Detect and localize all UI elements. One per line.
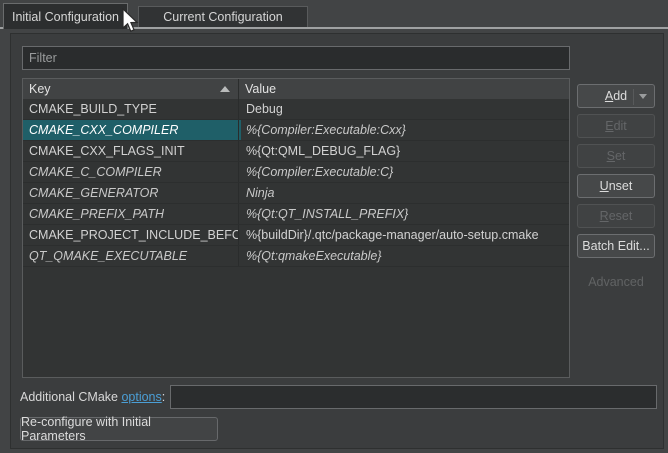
reset-button[interactable]: Reset	[577, 204, 655, 228]
row-value[interactable]: %{Qt:QT_INSTALL_PREFIX}	[239, 204, 569, 224]
row-value[interactable]: %{buildDir}/.qtc/package-manager/auto-se…	[239, 225, 569, 245]
table-row-selected[interactable]: CMAKE_CXX_COMPILER %{Compiler:Executable…	[23, 120, 569, 141]
row-value[interactable]: %{Qt:qmakeExecutable}	[239, 246, 569, 266]
table-header: Key Value	[23, 79, 569, 99]
filter-input[interactable]	[22, 46, 570, 70]
chevron-down-icon	[639, 94, 647, 99]
variables-table: Key Value CMAKE_BUILD_TYPE Debug CMAKE_C…	[22, 78, 570, 378]
set-button[interactable]: Set	[577, 144, 655, 168]
advanced-toggle[interactable]: Advanced	[577, 272, 655, 292]
row-value[interactable]: %{Compiler:Executable:C}	[239, 162, 569, 182]
table-body: CMAKE_BUILD_TYPE Debug CMAKE_CXX_COMPILE…	[23, 99, 569, 377]
table-row[interactable]: CMAKE_GENERATOR Ninja	[23, 183, 569, 204]
options-link[interactable]: options	[121, 390, 161, 404]
sort-ascending-icon	[220, 86, 230, 92]
additional-cmake-options-label: Additional CMake options:	[20, 390, 165, 404]
tab-initial-configuration[interactable]: Initial Configuration	[3, 3, 128, 29]
additional-cmake-options-input[interactable]	[170, 385, 657, 409]
unset-button[interactable]: Unset	[577, 174, 655, 198]
row-key[interactable]: QT_QMAKE_EXECUTABLE	[23, 246, 239, 266]
cmake-configuration-panel: Initial Configuration Current Configurat…	[0, 0, 668, 453]
add-button[interactable]: Add	[577, 84, 655, 108]
edit-button[interactable]: Edit	[577, 114, 655, 138]
row-key[interactable]: CMAKE_PROJECT_INCLUDE_BEFORE	[23, 225, 239, 245]
row-value[interactable]: %{Compiler:Executable:Cxx}	[239, 120, 569, 140]
row-key[interactable]: CMAKE_GENERATOR	[23, 183, 239, 203]
tab-label: Current Configuration	[163, 10, 283, 24]
table-row[interactable]: CMAKE_CXX_FLAGS_INIT %{Qt:QML_DEBUG_FLAG…	[23, 141, 569, 162]
tab-label: Initial Configuration	[12, 10, 119, 24]
batch-edit-button[interactable]: Batch Edit...	[577, 234, 655, 258]
row-key[interactable]: CMAKE_C_COMPILER	[23, 162, 239, 182]
row-value[interactable]: Ninja	[239, 183, 569, 203]
row-value[interactable]: Debug	[239, 99, 569, 119]
column-header-value[interactable]: Value	[239, 79, 569, 99]
row-key[interactable]: CMAKE_PREFIX_PATH	[23, 204, 239, 224]
table-row[interactable]: CMAKE_PREFIX_PATH %{Qt:QT_INSTALL_PREFIX…	[23, 204, 569, 225]
table-row[interactable]: QT_QMAKE_EXECUTABLE %{Qt:qmakeExecutable…	[23, 246, 569, 267]
row-value[interactable]: %{Qt:QML_DEBUG_FLAG}	[239, 141, 569, 161]
mouse-cursor-icon	[121, 8, 140, 35]
reconfigure-button[interactable]: Re-configure with Initial Parameters	[20, 417, 218, 441]
tab-current-configuration[interactable]: Current Configuration	[138, 6, 308, 27]
row-key[interactable]: CMAKE_BUILD_TYPE	[23, 99, 239, 119]
table-row[interactable]: CMAKE_PROJECT_INCLUDE_BEFORE %{buildDir}…	[23, 225, 569, 246]
table-empty-area	[23, 267, 569, 377]
row-key[interactable]: CMAKE_CXX_FLAGS_INIT	[23, 141, 239, 161]
column-header-key[interactable]: Key	[23, 79, 239, 99]
table-row[interactable]: CMAKE_C_COMPILER %{Compiler:Executable:C…	[23, 162, 569, 183]
row-key[interactable]: CMAKE_CXX_COMPILER	[23, 120, 239, 140]
table-row[interactable]: CMAKE_BUILD_TYPE Debug	[23, 99, 569, 120]
